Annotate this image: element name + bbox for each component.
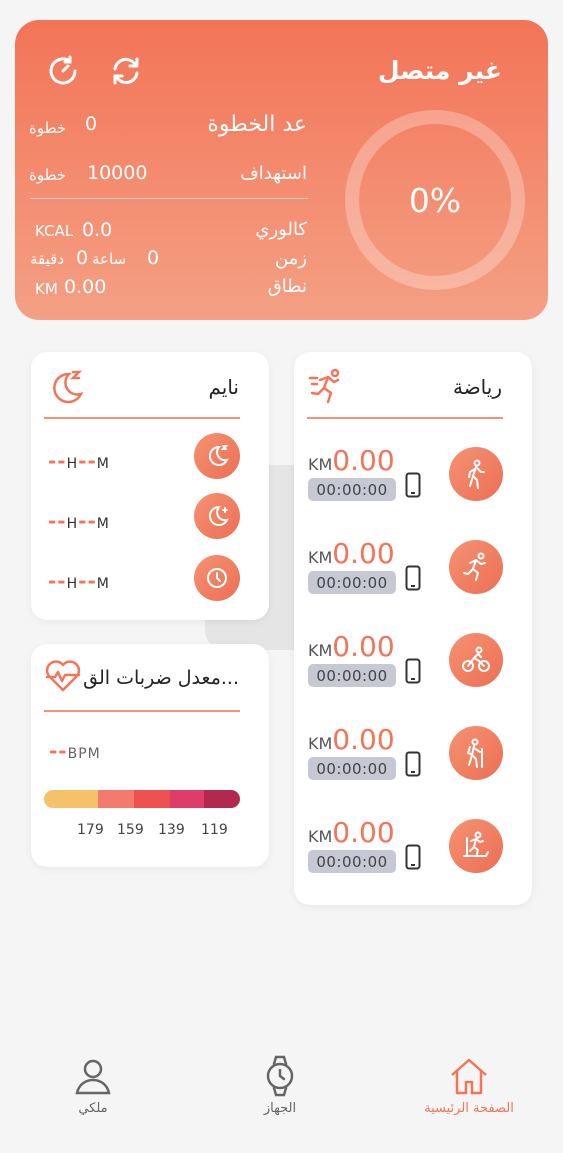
steps-unit: خطوة: [29, 119, 67, 137]
watch-icon: [266, 1055, 294, 1097]
sport-card[interactable]: رياضة KM0.00 00:00:00 KM0.00 00:00:00 KM…: [294, 352, 532, 905]
sport-running-icon: [308, 366, 348, 406]
time-label: زمن: [274, 248, 307, 269]
sleep-light-value: --H--M: [48, 509, 110, 533]
sport-divider: [307, 417, 503, 419]
refresh-icon[interactable]: [108, 53, 144, 89]
hike-duration: 00:00:00: [308, 757, 396, 780]
cycle-duration: 00:00:00: [308, 664, 396, 687]
running-icon[interactable]: [449, 540, 503, 594]
time-minutes: 0: [147, 247, 160, 269]
treadmill-icon[interactable]: [449, 819, 503, 873]
phone-icon: [405, 565, 421, 591]
sync-timer-icon[interactable]: [45, 53, 81, 89]
nav-home-label: الصفحة الرئيسية: [424, 1101, 514, 1116]
distance-value: 0.00: [64, 276, 107, 298]
treadmill-distance: KM0.00: [308, 816, 395, 849]
cycling-icon[interactable]: [449, 633, 503, 687]
deep-sleep-icon: [194, 433, 240, 479]
hike-distance: KM0.00: [308, 723, 395, 756]
calorie-value: 0.0: [82, 219, 113, 241]
light-sleep-icon: [194, 493, 240, 539]
time-hour-unit: ساعة: [92, 250, 127, 268]
nav-home[interactable]: الصفحة الرئيسية: [409, 1055, 529, 1116]
time-minute-unit: دقيقة: [30, 250, 65, 268]
treadmill-duration: 00:00:00: [308, 850, 396, 873]
zone-label-179: 179: [77, 822, 104, 838]
connection-status: غير متصل: [377, 56, 502, 85]
sport-title: رياضة: [452, 375, 502, 399]
cycle-distance: KM0.00: [308, 630, 395, 663]
walk-duration: 00:00:00: [308, 478, 396, 501]
distance-unit: KM: [35, 280, 58, 298]
nav-profile[interactable]: ملكي: [33, 1055, 153, 1116]
home-icon: [451, 1058, 487, 1095]
steps-label: عد الخطوة: [207, 112, 307, 137]
sleep-awake-value: --H--M: [48, 569, 110, 593]
hiking-icon[interactable]: [449, 726, 503, 780]
time-hours: 0: [76, 247, 89, 269]
status-card: غير متصل 0% عد الخطوة 0 خطوة استهداف 100…: [15, 20, 548, 320]
phone-icon: [405, 751, 421, 777]
phone-icon: [405, 658, 421, 684]
sleep-divider: [44, 417, 240, 419]
phone-icon: [405, 844, 421, 870]
zone-label-139: 139: [158, 822, 185, 838]
run-duration: 00:00:00: [308, 571, 396, 594]
heart-rate-card[interactable]: معدل ضربات الق... --BPM 179 159 139 119: [31, 644, 269, 867]
heart-rate-zone-bar: [44, 790, 240, 808]
zone-label-119: 119: [201, 822, 228, 838]
progress-percent: 0%: [408, 180, 462, 220]
header-divider: [30, 198, 308, 199]
heart-pulse-icon: [43, 656, 83, 696]
walk-distance: KM0.00: [308, 444, 395, 477]
phone-icon: [405, 472, 421, 498]
steps-value: 0: [85, 113, 98, 135]
calorie-label: كالوري: [255, 219, 307, 240]
nav-device-label: الجهاز: [263, 1101, 297, 1116]
sleep-moon-icon: [45, 366, 85, 406]
calorie-unit: KCAL: [35, 222, 74, 240]
run-distance: KM0.00: [308, 537, 395, 570]
zone-label-159: 159: [117, 822, 144, 838]
sleep-title: نايم: [208, 375, 239, 399]
sleep-deep-value: --H--M: [48, 449, 110, 473]
distance-label: نطاق: [267, 276, 307, 297]
sleep-card[interactable]: نايم --H--M --H--M --H--M: [31, 352, 269, 620]
heart-divider: [44, 710, 240, 712]
clock-icon: [194, 555, 240, 601]
goal-unit: خطوة: [29, 166, 67, 184]
progress-ring: 0%: [345, 110, 525, 290]
nav-profile-label: ملكي: [78, 1101, 108, 1116]
profile-icon: [75, 1059, 111, 1095]
bpm-value: --BPM: [49, 739, 101, 763]
walking-icon[interactable]: [449, 447, 503, 501]
goal-value: 10000: [87, 162, 148, 184]
nav-device[interactable]: الجهاز: [220, 1055, 340, 1116]
heart-rate-title: معدل ضربات الق...: [83, 667, 239, 689]
goal-label: استهداف: [240, 163, 307, 184]
